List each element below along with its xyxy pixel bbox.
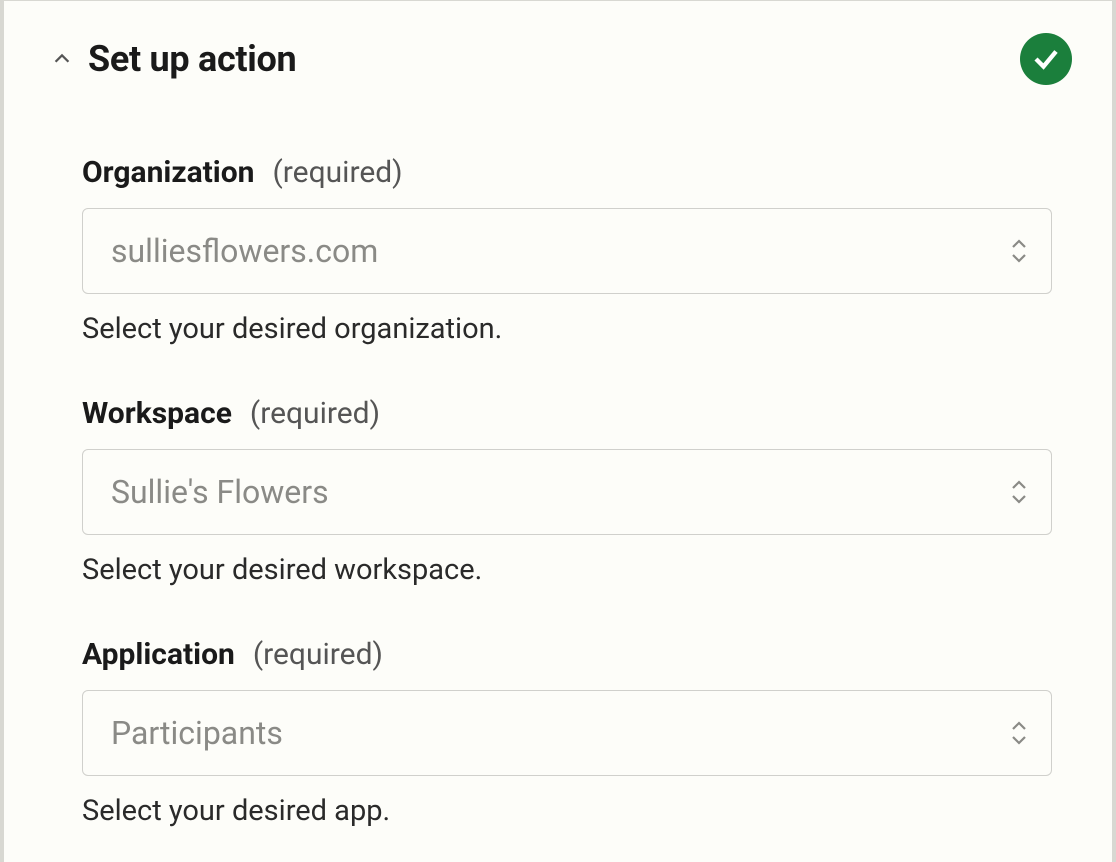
workspace-field-group: Workspace (required) Sullie's Flowers Se… — [82, 396, 1052, 587]
application-help: Select your desired app. — [82, 794, 1052, 828]
section-title: Set up action — [88, 38, 296, 80]
organization-field-group: Organization (required) sulliesflowers.c… — [82, 155, 1052, 346]
workspace-select[interactable]: Sullie's Flowers — [82, 449, 1052, 535]
application-label-row: Application (required) — [82, 637, 1052, 672]
workspace-value: Sullie's Flowers — [111, 473, 329, 511]
setup-action-panel: Set up action Organization (required) su… — [0, 0, 1116, 862]
section-header: Set up action — [4, 1, 1112, 95]
updown-arrows-icon — [1009, 479, 1029, 505]
application-field-group: Application (required) Participants Sele… — [82, 637, 1052, 828]
header-left[interactable]: Set up action — [50, 38, 296, 80]
organization-required: (required) — [273, 155, 403, 190]
workspace-help: Select your desired workspace. — [82, 553, 1052, 587]
check-icon — [1031, 44, 1061, 74]
workspace-required: (required) — [250, 396, 380, 431]
application-required: (required) — [253, 637, 383, 672]
application-label: Application — [82, 637, 235, 672]
status-complete-badge — [1020, 33, 1072, 85]
organization-select[interactable]: sulliesflowers.com — [82, 208, 1052, 294]
workspace-label-row: Workspace (required) — [82, 396, 1052, 431]
updown-arrows-icon — [1009, 238, 1029, 264]
organization-label-row: Organization (required) — [82, 155, 1052, 190]
organization-value: sulliesflowers.com — [111, 232, 378, 270]
application-select[interactable]: Participants — [82, 690, 1052, 776]
chevron-up-icon[interactable] — [50, 47, 74, 71]
form-area: Organization (required) sulliesflowers.c… — [4, 95, 1112, 828]
organization-help: Select your desired organization. — [82, 312, 1052, 346]
application-value: Participants — [111, 714, 283, 752]
workspace-label: Workspace — [82, 396, 232, 431]
organization-label: Organization — [82, 155, 255, 190]
updown-arrows-icon — [1009, 720, 1029, 746]
